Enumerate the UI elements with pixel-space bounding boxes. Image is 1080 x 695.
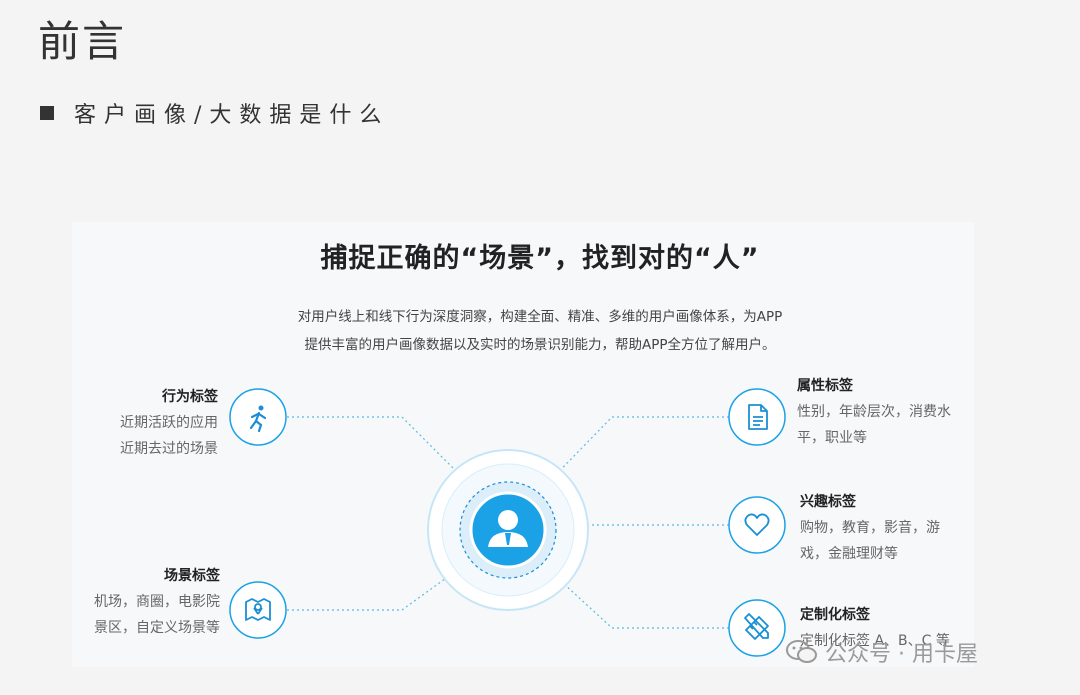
interest-icon-circle — [728, 496, 786, 554]
watermark: 公众号 · 用卡屋 — [785, 636, 978, 668]
attribute-tag-title: 属性标签 — [797, 378, 853, 394]
behavior-tag-title: 行为标签 — [162, 389, 218, 405]
scene-tag-line-1: 机场，商圈，电影院 — [94, 594, 220, 610]
wechat-icon — [786, 640, 817, 663]
attribute-icon-circle — [728, 388, 786, 446]
interest-tag-line-1: 购物，教育，影音，游 — [800, 520, 940, 536]
behavior-icon-circle — [229, 388, 287, 446]
attribute-tag-label: 属性标签 性别，年龄层次，消费水 平，职业等 — [797, 373, 977, 451]
custom-icon-circle — [728, 599, 786, 657]
behavior-tag-label: 行为标签 近期活跃的应用 近期去过的场景 — [100, 384, 218, 462]
attribute-tag-line-2: 平，职业等 — [797, 430, 867, 446]
watermark-text: 公众号 · 用卡屋 — [825, 642, 978, 667]
interest-tag-line-2: 戏，金融理财等 — [800, 546, 898, 562]
interest-tag-label: 兴趣标签 购物，教育，影音，游 戏，金融理财等 — [800, 489, 970, 567]
scene-tag-title: 场景标签 — [164, 568, 220, 584]
interest-tag-title: 兴趣标签 — [800, 494, 856, 510]
scene-tag-label: 场景标签 机场，商圈，电影院 景区，自定义场景等 — [60, 563, 220, 641]
center-hub — [427, 449, 589, 611]
behavior-tag-line-1: 近期活跃的应用 — [120, 415, 218, 431]
behavior-tag-line-2: 近期去过的场景 — [120, 441, 218, 457]
custom-tag-title: 定制化标签 — [800, 607, 870, 623]
attribute-tag-line-1: 性别，年龄层次，消费水 — [797, 404, 951, 420]
scene-icon-circle — [229, 581, 287, 639]
scene-tag-line-2: 景区，自定义场景等 — [94, 620, 220, 636]
